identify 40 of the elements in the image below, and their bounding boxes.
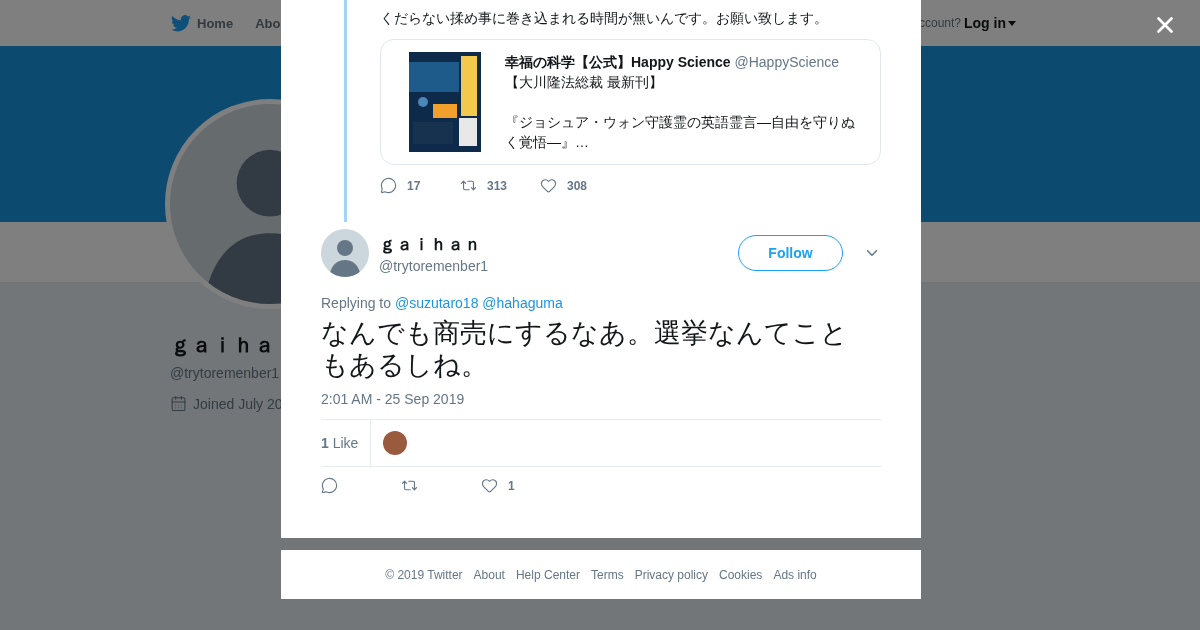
quoted-tweet[interactable]: 幸福の科学【公式】Happy Science @HappyScience 【大川隆法総裁 最新刊】 『ジョシュア・ウォン守護霊の英語霊言―自由を守りぬく覚悟―』… (380, 39, 881, 165)
login-link[interactable]: Log in (964, 15, 1016, 31)
liker-avatar[interactable] (383, 431, 408, 455)
reply-button[interactable]: 17 (380, 177, 460, 194)
tweet-time: 2:01 AM - 25 Sep 2019 (321, 391, 466, 407)
like-icon (481, 477, 498, 494)
home-link[interactable]: Home (171, 14, 234, 32)
like-icon (540, 177, 557, 194)
user-name: ｇａｉｈａｎ (379, 233, 482, 256)
like-button[interactable]: 308 (540, 177, 620, 194)
replying-to: Replying to @suzutaro18 @hahaguma (321, 295, 564, 311)
like-count[interactable]: 1 Like (321, 420, 372, 466)
quoted-text: 【大川隆法総裁 最新刊】 (505, 73, 664, 92)
quoted-text: 『ジョシュア・ウォン守護霊の英語霊言―自由を守りぬく覚悟―』… (505, 113, 856, 152)
tweet-text: くだらない揉め事に巻き込まれる時間が無いんです。お願い致します。 (380, 9, 829, 27)
footer-link[interactable]: Privacy policy (634, 567, 708, 582)
footer-link[interactable]: About (473, 567, 505, 582)
quoted-handle: @HappyScience (734, 54, 839, 70)
footer-link[interactable]: Cookies (719, 567, 763, 582)
footer-link[interactable]: © 2019 Twitter (385, 567, 463, 582)
footer-link[interactable]: Ads info (773, 567, 817, 582)
like-button[interactable]: 1 (481, 477, 561, 494)
nav-link[interactable]: Abo (255, 15, 281, 31)
footer-link[interactable]: Terms (591, 567, 624, 582)
user-avatar[interactable] (321, 229, 369, 277)
bird-icon (171, 14, 191, 32)
follow-button[interactable]: Follow (738, 235, 843, 271)
reply-icon (380, 177, 397, 194)
mention-link[interactable]: @suzutaro18 (394, 295, 479, 311)
retweet-button[interactable]: 313 (460, 177, 540, 194)
profile-name: ｇａｉｈａ (170, 332, 275, 359)
caret-icon (1008, 20, 1016, 26)
quoted-author: 幸福の科学【公式】Happy Science (505, 54, 731, 70)
calendar-icon (170, 395, 187, 412)
user-handle: @trytoremenber1 (379, 257, 490, 274)
profile-handle: @trytoremenber1 (170, 365, 280, 381)
mention-link[interactable]: @hahaguma (482, 295, 563, 311)
reply-icon (321, 477, 338, 494)
footer-link[interactable]: Help Center (515, 567, 580, 582)
tweet-text: なんでも商売にするなあ。選挙なんてこともあるしね。 (321, 317, 849, 381)
